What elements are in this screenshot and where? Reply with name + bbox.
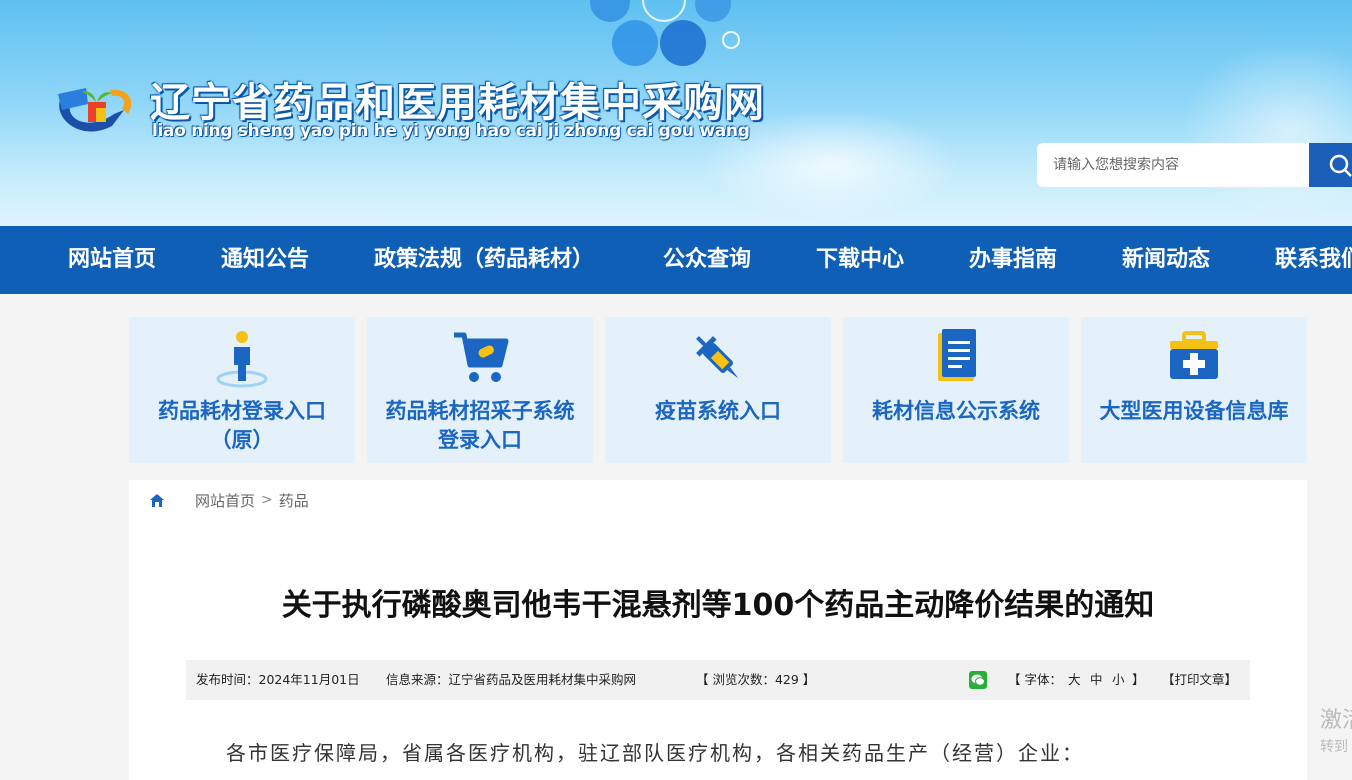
nav-notices[interactable]: 通知公告 <box>221 226 309 294</box>
search-icon <box>1329 154 1352 177</box>
quick-link-consumables[interactable]: 耗材信息公示系统 <box>843 317 1069 463</box>
nav-guide[interactable]: 办事指南 <box>969 226 1057 294</box>
font-large-button[interactable]: 大 <box>1068 660 1081 700</box>
article-first-paragraph: 各市医疗保障局，省属各医疗机构，驻辽部队医疗机构，各相关药品生产（经营）企业： <box>226 741 1084 765</box>
view-count: 【 浏览次数：429 】 <box>696 672 816 687</box>
breadcrumb-home-link[interactable]: 网站首页 <box>195 490 255 511</box>
side-overlay-subtext: 转到 <box>1320 739 1348 755</box>
decor-glow <box>1180 40 1352 220</box>
decor-circle <box>722 31 740 49</box>
shopping-cart-icon <box>454 332 509 382</box>
font-medium-button[interactable]: 中 <box>1090 660 1103 700</box>
decor-circle <box>695 0 731 22</box>
quick-link-equipment[interactable]: 大型医用设备信息库 <box>1081 317 1307 463</box>
info-source: 信息来源：辽宁省药品及医用耗材集中采购网 <box>386 672 637 687</box>
article-panel: 网站首页 > 药品 关于执行磷酸奥司他韦干混悬剂等100个药品主动降价结果的通知… <box>129 480 1307 780</box>
breadcrumb-current[interactable]: 药品 <box>279 490 309 511</box>
quick-link-label: 耗材信息公示系统 <box>872 399 1040 423</box>
medical-kit-icon <box>1170 331 1218 379</box>
nav-downloads[interactable]: 下载中心 <box>816 226 904 294</box>
main-nav: 网站首页 通知公告 政策法规（药品耗材） 公众查询 下载中心 办事指南 新闻动态… <box>0 226 1352 294</box>
home-icon[interactable] <box>149 492 165 508</box>
search-button[interactable] <box>1309 143 1352 187</box>
decor-circle <box>642 0 686 22</box>
site-title: 辽宁省药品和医用耗材集中采购网 <box>150 80 765 126</box>
quick-link-label: 大型医用设备信息库 <box>1099 399 1289 423</box>
syringe-icon <box>696 336 739 379</box>
quick-link-drug-login[interactable]: 药品耗材登录入口 （原） <box>129 317 355 463</box>
decor-circle <box>660 20 706 66</box>
font-small-button[interactable]: 小 <box>1112 660 1125 700</box>
quick-link-vaccine[interactable]: 疫苗系统入口 <box>605 317 831 463</box>
quick-link-label: 疫苗系统入口 <box>655 399 781 423</box>
article-title: 关于执行磷酸奥司他韦干混悬剂等100个药品主动降价结果的通知 <box>281 588 1155 623</box>
search-box <box>1037 143 1352 187</box>
font-size-suffix: 】 <box>1132 672 1145 687</box>
nav-public-query[interactable]: 公众查询 <box>663 226 751 294</box>
breadcrumb-separator: > <box>261 492 273 508</box>
header-banner: 辽宁省药品和医用耗材集中采购网 liao ning sheng yao pin … <box>0 0 1352 226</box>
decor-circle <box>590 0 630 22</box>
search-input[interactable] <box>1037 143 1309 187</box>
nav-news[interactable]: 新闻动态 <box>1122 226 1210 294</box>
nav-contact[interactable]: 联系我们 <box>1275 226 1352 294</box>
font-size-prefix: 【 字体： <box>1008 672 1062 687</box>
article-meta-bar: 发布时间：2024年11月01日 信息来源：辽宁省药品及医用耗材集中采购网 【 … <box>186 660 1250 700</box>
person-pin-icon <box>216 331 268 388</box>
nav-policies[interactable]: 政策法规（药品耗材） <box>374 226 594 294</box>
quick-link-procurement-login[interactable]: 药品耗材招采子系统 登录入口 <box>367 317 593 463</box>
document-list-icon <box>938 329 976 381</box>
site-logo-icon <box>58 88 132 132</box>
side-overlay-text: 激活 <box>1320 708 1352 733</box>
wechat-share-icon[interactable] <box>969 671 987 689</box>
print-article-button[interactable]: 【打印文章】 <box>1162 660 1237 700</box>
quick-link-label: 药品耗材登录入口 （原） <box>158 399 326 452</box>
nav-home[interactable]: 网站首页 <box>68 226 156 294</box>
quick-link-label: 药品耗材招采子系统 登录入口 <box>385 399 575 452</box>
decor-circle <box>612 20 658 66</box>
breadcrumb: 网站首页 > 药品 <box>149 490 309 510</box>
publish-date: 发布时间：2024年11月01日 <box>196 672 360 687</box>
site-pinyin: liao ning sheng yao pin he yi yong hao c… <box>152 121 750 141</box>
